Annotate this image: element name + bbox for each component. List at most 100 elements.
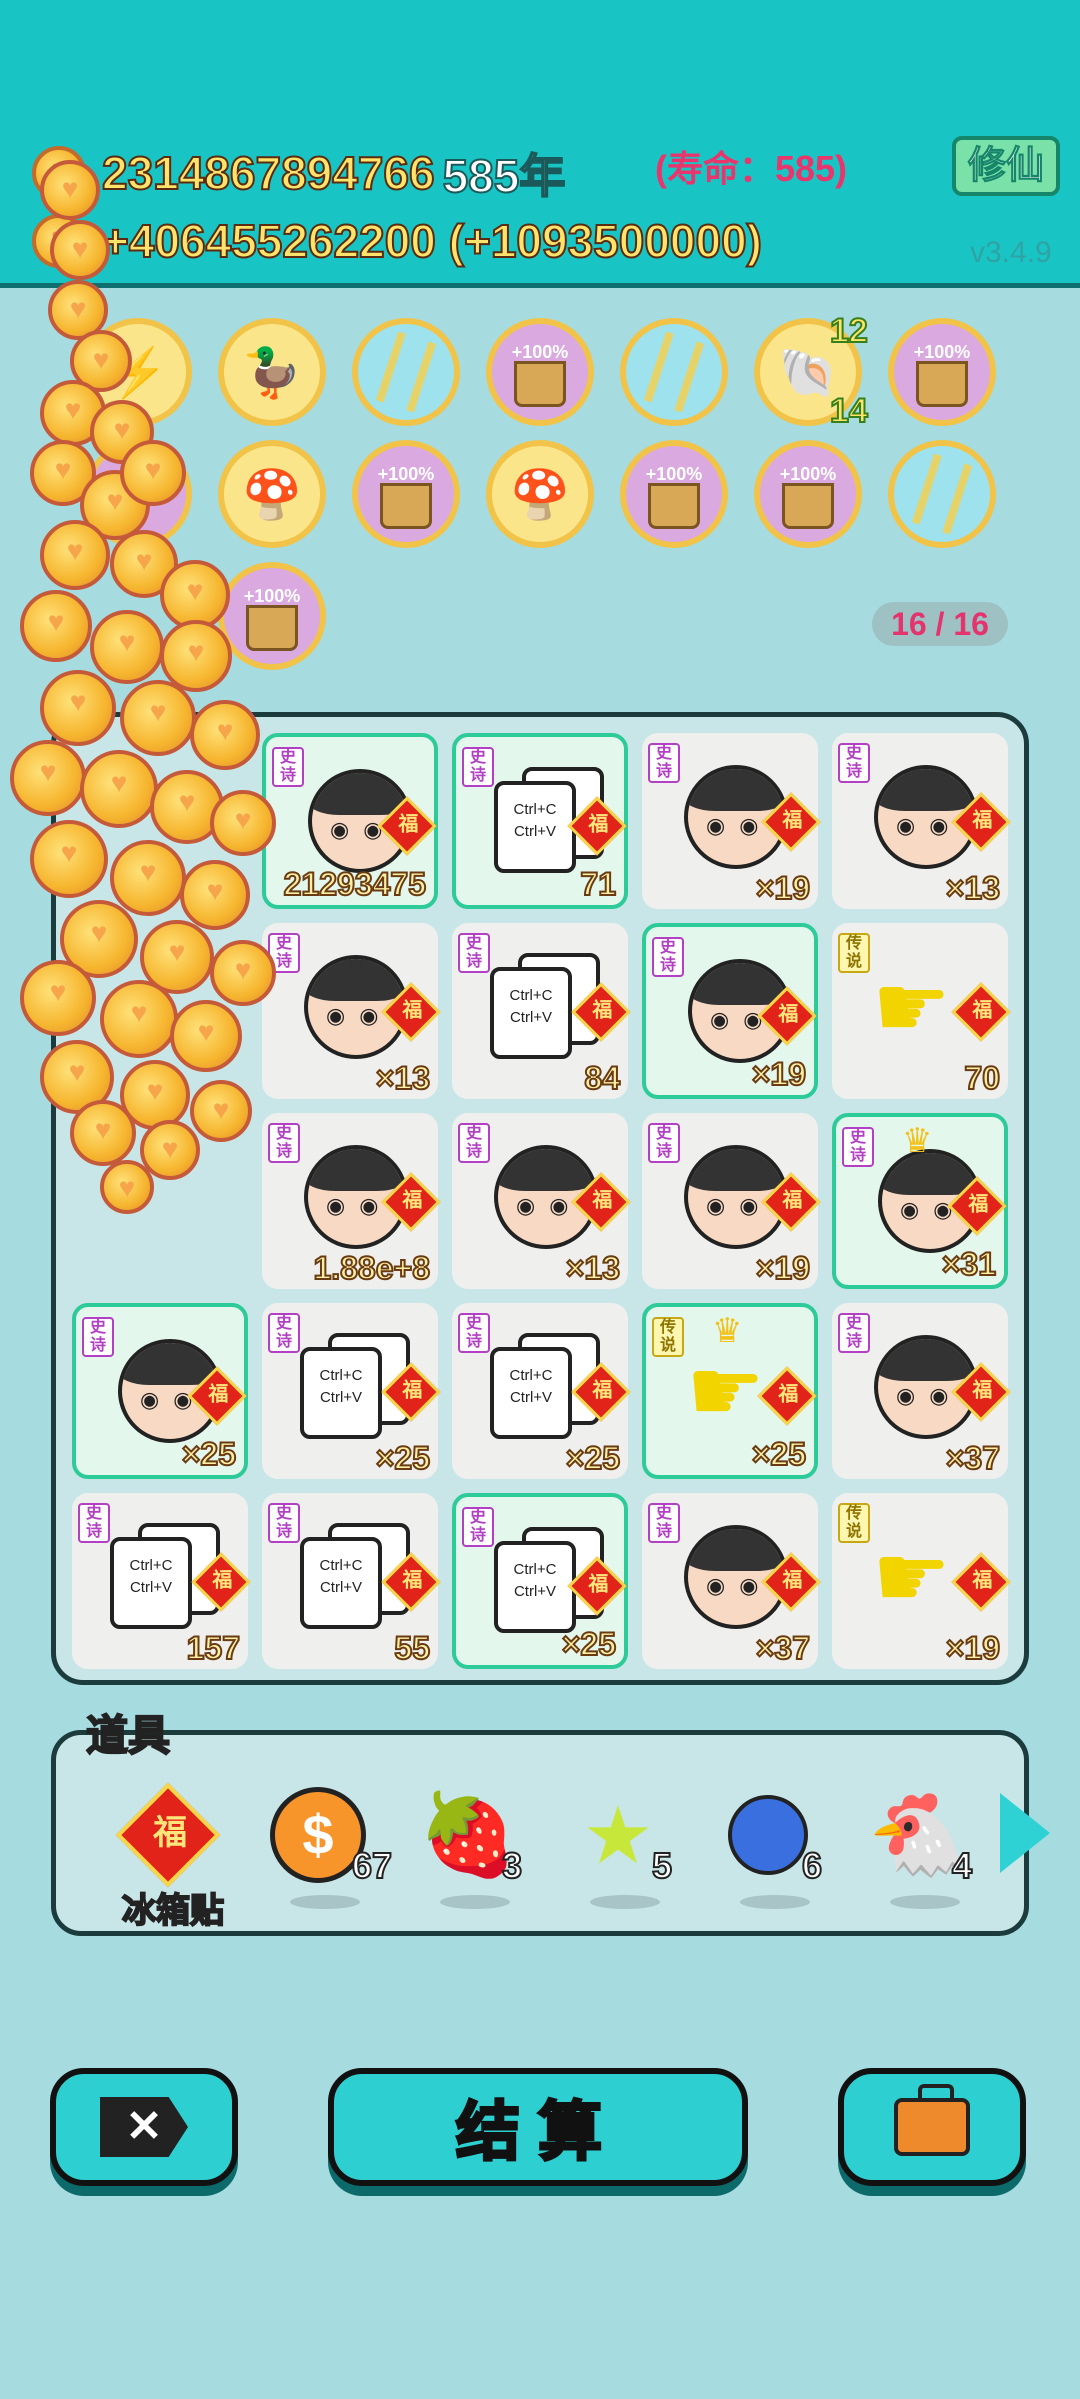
cell-count: ×31	[941, 1245, 997, 1283]
flying-coin-icon	[70, 1100, 136, 1166]
flying-coin-icon	[180, 860, 250, 930]
bucket-buff-icon[interactable]: +100%	[888, 318, 996, 426]
cultivate-button[interactable]: 修仙	[952, 136, 1060, 196]
rarity-tag: 史诗	[458, 1313, 490, 1353]
cell-count: ×25	[375, 1439, 431, 1477]
mushroom-cloud-buff-icon[interactable]: 🍄	[486, 440, 594, 548]
board-cell[interactable]: 传说 ☛ 福 ×19	[832, 1493, 1011, 1669]
star-item[interactable]: ★ 5	[568, 1785, 673, 1909]
fu-icon: 福	[951, 982, 1011, 1042]
board-cell[interactable]: 史诗 Ctrl+C Ctrl+V 福 ×25	[452, 1493, 628, 1669]
bird-qty: 4	[951, 1844, 973, 1887]
flying-coin-icon	[100, 1160, 154, 1214]
sticks-buff-icon[interactable]	[620, 318, 728, 426]
board-cell[interactable]: 史诗福×13	[832, 733, 1011, 909]
scroll-right-arrow-icon[interactable]	[1000, 1793, 1050, 1873]
rarity-tag: 史诗	[268, 1503, 300, 1543]
board-cell[interactable]: 史诗福×13	[452, 1113, 631, 1289]
board-cell[interactable]: 史诗 Ctrl+C Ctrl+V 福 157	[72, 1493, 251, 1669]
cell-count: 157	[186, 1629, 241, 1667]
cell-count: ×13	[565, 1249, 621, 1287]
board-cell[interactable]: 史诗 Ctrl+C Ctrl+V 福 ×25	[262, 1303, 441, 1479]
coin-pile-animation	[0, 140, 300, 1300]
bucket-buff-icon[interactable]: +100%	[620, 440, 728, 548]
flying-coin-icon	[50, 220, 110, 280]
pointing-hand-icon: ☛	[686, 1341, 765, 1440]
board-cell[interactable]: 传说 ☛ 福 70	[832, 923, 1011, 1099]
rarity-tag: 史诗	[838, 743, 870, 783]
cell-count: ×37	[755, 1629, 811, 1667]
years-counter: 585年	[442, 149, 567, 203]
rarity-tag: 史诗	[458, 933, 490, 973]
cell-count: 55	[393, 1629, 431, 1667]
flying-coin-icon	[90, 610, 164, 684]
flying-coin-icon	[210, 790, 276, 856]
exit-button[interactable]: ✕	[50, 2068, 238, 2186]
cell-count: ×25	[181, 1435, 237, 1473]
board-cell[interactable]: 史诗 Ctrl+C Ctrl+V 福 71	[452, 733, 628, 909]
pointing-hand-icon: ☛	[872, 957, 951, 1056]
flying-coin-icon	[100, 980, 178, 1058]
cell-count: ×25	[565, 1439, 621, 1477]
rarity-tag: 史诗	[648, 1123, 680, 1163]
flying-coin-icon	[10, 740, 86, 816]
board-cell[interactable]: 史诗福×25	[72, 1303, 248, 1479]
rarity-tag: 史诗	[648, 1503, 680, 1543]
sticks-buff-icon[interactable]	[352, 318, 460, 426]
rarity-tag: 史诗	[268, 1313, 300, 1353]
fridge-sticker-item[interactable]: 福 冰箱贴	[115, 1782, 225, 1931]
flying-coin-icon	[20, 960, 96, 1036]
bucket-buff-icon[interactable]: +100%	[754, 440, 862, 548]
board-cell[interactable]: 传说 ☛ 福 ♛ ×25	[642, 1303, 818, 1479]
cell-count: ×37	[945, 1439, 1001, 1477]
rarity-tag: 史诗	[458, 1123, 490, 1163]
items-panel: 福 冰箱贴 $ 67 🍓 3 ★ 5 6 🐔 4	[51, 1730, 1029, 1936]
board-cell[interactable]: 史诗福×19	[642, 1113, 821, 1289]
blueberry-icon	[728, 1795, 808, 1875]
briefcase-icon	[894, 2084, 970, 2156]
rarity-tag: 史诗	[842, 1127, 874, 1167]
board-cell[interactable]: 史诗 Ctrl+C Ctrl+V 福 55	[262, 1493, 441, 1669]
shell-badge-top: 12	[829, 311, 869, 351]
rarity-tag: 史诗	[648, 743, 680, 783]
blueberry-item[interactable]: 6	[718, 1785, 823, 1909]
cell-count: ×13	[375, 1059, 431, 1097]
settle-button[interactable]: 结算	[328, 2068, 748, 2186]
board-cell[interactable]: 史诗 Ctrl+C Ctrl+V 福 ×25	[452, 1303, 631, 1479]
flying-coin-icon	[170, 1000, 242, 1072]
crown-icon: ♛	[712, 1312, 743, 1350]
fu-icon: 福	[115, 1782, 221, 1888]
backpack-button[interactable]	[838, 2068, 1026, 2186]
bucket-buff-icon[interactable]: +100%	[352, 440, 460, 548]
board-cell[interactable]: 史诗福♛×31	[832, 1113, 1008, 1289]
board-cell[interactable]: 史诗福×37	[832, 1303, 1011, 1479]
board-cell[interactable]: 史诗福×19	[642, 733, 821, 909]
flying-coin-icon	[40, 520, 110, 590]
flying-coin-icon	[160, 620, 232, 692]
board-cell[interactable]: 史诗 Ctrl+C Ctrl+V 福 84	[452, 923, 631, 1099]
cell-count: ×19	[755, 1249, 811, 1287]
flying-coin-icon	[190, 1080, 252, 1142]
rarity-tag: 史诗	[838, 1313, 870, 1353]
strawberry-item[interactable]: 🍓 3	[418, 1785, 523, 1909]
rarity-tag: 史诗	[652, 937, 684, 977]
coin-item[interactable]: $ 67	[268, 1785, 393, 1909]
cell-count: ×13	[945, 869, 1001, 907]
flying-coin-icon	[40, 160, 100, 220]
blueberry-qty: 6	[801, 1844, 823, 1887]
rarity-tag: 史诗	[78, 1503, 110, 1543]
board-cell[interactable]: 史诗福×37	[642, 1493, 821, 1669]
lifespan-label: (寿命：585)	[655, 148, 848, 189]
bird-item[interactable]: 🐔 4	[868, 1785, 973, 1909]
pointing-hand-icon: ☛	[872, 1527, 951, 1626]
flying-coin-icon	[120, 680, 196, 756]
sticks-buff-icon[interactable]	[888, 440, 996, 548]
flying-coin-icon	[80, 750, 158, 828]
version-label: v3.4.9	[970, 236, 1052, 269]
flying-coin-icon	[40, 670, 116, 746]
bucket-buff-icon[interactable]: +100%	[486, 318, 594, 426]
board-cell[interactable]: 史诗福×19	[642, 923, 818, 1099]
flying-coin-icon	[20, 590, 92, 662]
close-icon: ✕	[100, 2097, 188, 2157]
rarity-tag: 传说	[652, 1317, 684, 1357]
